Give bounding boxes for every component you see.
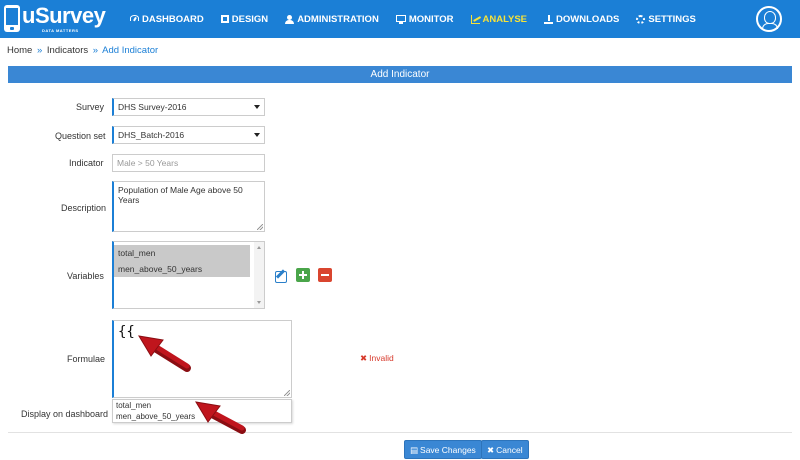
- add-variable-button[interactable]: [296, 268, 310, 282]
- save-changes-label: Save Changes: [420, 445, 476, 455]
- dropdown-caret-icon: [254, 133, 260, 137]
- download-icon: [544, 14, 554, 24]
- main-nav: DASHBOARD DESIGN ADMINISTRATION MONITOR …: [130, 0, 713, 38]
- user-avatar[interactable]: [756, 6, 782, 32]
- resize-handle-icon[interactable]: [257, 224, 263, 230]
- dropdown-caret-icon: [254, 105, 260, 109]
- survey-select-value: DHS Survey-2016: [118, 102, 187, 112]
- chart-icon: [470, 14, 480, 24]
- scroll-down-icon[interactable]: [257, 301, 261, 304]
- nav-settings-label: SETTINGS: [648, 13, 696, 25]
- design-icon: [220, 15, 229, 23]
- variable-option[interactable]: men_above_50_years: [114, 261, 250, 277]
- nav-design-label: DESIGN: [231, 13, 269, 25]
- nav-administration[interactable]: ADMINISTRATION: [285, 14, 379, 25]
- cancel-button[interactable]: ✖ Cancel: [481, 440, 529, 459]
- nav-analyse-label: ANALYSE: [482, 13, 528, 25]
- close-icon: ✖: [487, 445, 495, 455]
- resize-handle-icon[interactable]: [284, 390, 290, 396]
- edit-variable-button[interactable]: [274, 268, 288, 283]
- cancel-label: Cancel: [496, 445, 523, 455]
- variable-option[interactable]: total_men: [114, 245, 250, 261]
- save-icon: ▤: [410, 445, 419, 455]
- brand-name: uSurvey: [22, 3, 106, 28]
- breadcrumb-separator: »: [92, 45, 99, 56]
- breadcrumb-separator: »: [36, 45, 43, 56]
- scroll-up-icon[interactable]: [257, 246, 261, 249]
- nav-dashboard[interactable]: DASHBOARD: [130, 14, 204, 25]
- autocomplete-option[interactable]: total_men: [113, 400, 291, 411]
- usurvey-logo[interactable]: uSurvey DATA MATTERS: [4, 3, 106, 34]
- dashboard-icon: [130, 15, 139, 21]
- user-icon: [285, 14, 295, 24]
- panel-title: Add Indicator: [8, 66, 792, 83]
- variables-listbox[interactable]: total_men men_above_50_years: [112, 241, 265, 309]
- breadcrumb-home[interactable]: Home: [7, 45, 32, 56]
- nav-design[interactable]: DESIGN: [220, 13, 269, 25]
- nav-monitor-label: MONITOR: [408, 13, 454, 25]
- formulae-error: ✖ Invalid: [360, 353, 394, 364]
- description-label: Description: [61, 203, 107, 213]
- display-on-dashboard-label: Display on dashboard: [21, 409, 109, 419]
- divider: [8, 432, 792, 433]
- breadcrumb-current: Add Indicator: [102, 45, 159, 56]
- nav-monitor[interactable]: MONITOR: [395, 13, 454, 25]
- monitor-icon: [395, 14, 406, 24]
- survey-label: Survey: [76, 102, 105, 112]
- nav-analyse[interactable]: ANALYSE: [470, 13, 528, 25]
- nav-downloads[interactable]: DOWNLOADS: [544, 14, 619, 25]
- formulae-status: Invalid: [369, 353, 394, 363]
- nav-administration-label: ADMINISTRATION: [297, 13, 379, 25]
- question-set-select-value: DHS_Batch-2016: [118, 130, 185, 140]
- nav-downloads-label: DOWNLOADS: [556, 13, 620, 25]
- gear-icon: [636, 14, 646, 24]
- save-changes-button[interactable]: ▤ Save Changes: [404, 440, 482, 459]
- indicator-label: Indicator: [69, 158, 104, 168]
- variables-label: Variables: [67, 271, 104, 281]
- question-set-select[interactable]: DHS_Batch-2016: [112, 126, 265, 144]
- question-set-label: Question set: [55, 131, 106, 141]
- formulae-value: {{: [118, 324, 135, 340]
- nav-settings[interactable]: SETTINGS: [636, 14, 696, 25]
- survey-select[interactable]: DHS Survey-2016: [112, 98, 265, 116]
- error-x-icon: ✖: [360, 353, 368, 363]
- description-textarea[interactable]: Population of Male Age above 50 Years: [112, 181, 265, 232]
- indicator-input[interactable]: [112, 154, 265, 172]
- remove-variable-button[interactable]: [318, 268, 332, 282]
- phone-icon: [4, 5, 20, 32]
- nav-dashboard-label: DASHBOARD: [142, 13, 204, 25]
- top-navbar: uSurvey DATA MATTERS DASHBOARD DESIGN AD…: [0, 0, 800, 38]
- formulae-textarea[interactable]: {{: [112, 320, 292, 398]
- brand-tagline: DATA MATTERS: [42, 28, 79, 33]
- breadcrumb: Home » Indicators » Add Indicator: [7, 45, 158, 56]
- breadcrumb-indicators[interactable]: Indicators: [47, 45, 88, 56]
- description-value: Population of Male Age above 50 Years: [118, 185, 243, 205]
- formulae-label: Formulae: [67, 354, 106, 364]
- autocomplete-option[interactable]: men_above_50_years: [113, 411, 291, 422]
- variables-scrollbar[interactable]: [254, 242, 264, 308]
- autocomplete-dropdown: total_men men_above_50_years: [112, 399, 292, 423]
